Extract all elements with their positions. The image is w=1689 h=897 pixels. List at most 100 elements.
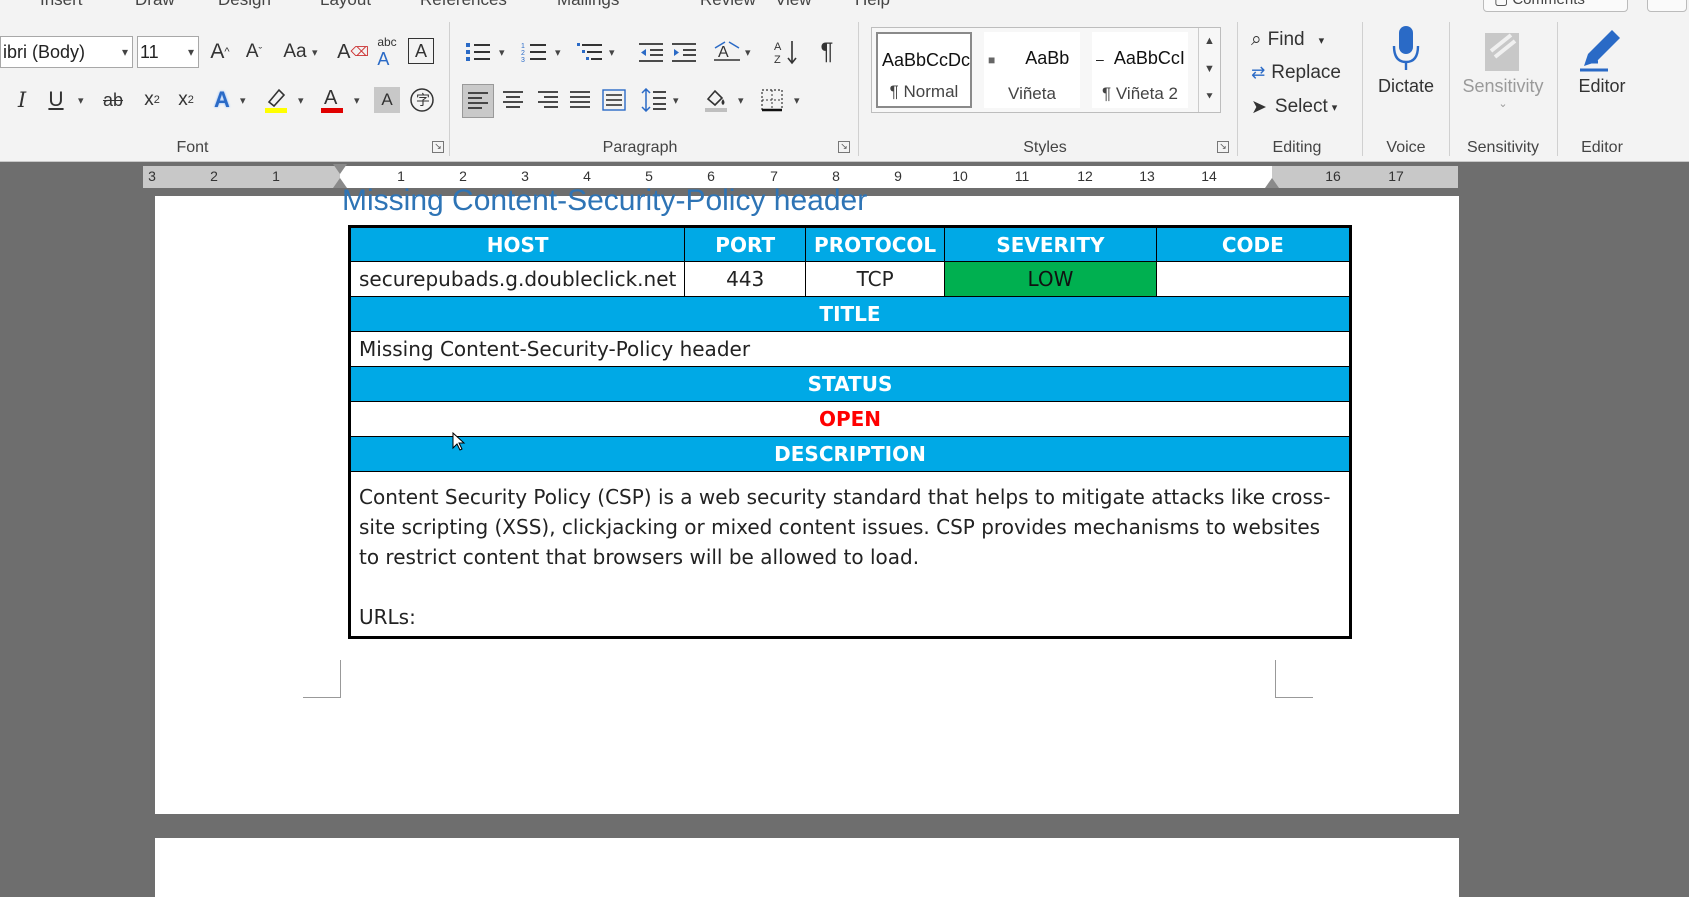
comments-button[interactable]: ▢ Comments (1483, 0, 1628, 12)
font-dialog-launcher-icon[interactable]: ↘ (432, 141, 444, 153)
style-normal[interactable]: AaBbCcDc ¶ Normal (876, 32, 972, 108)
find-button[interactable]: ⌕ Find ▾ (1251, 24, 1361, 56)
grow-font-icon[interactable]: A ^ (205, 36, 235, 68)
header-port[interactable]: PORT (684, 226, 807, 262)
dictate-button[interactable]: Dictate (1370, 22, 1442, 97)
title-header[interactable]: TITLE (349, 296, 1351, 332)
replace-button[interactable]: ⇄ Replace (1251, 57, 1361, 89)
tab-mailings[interactable]: Mailings (557, 0, 619, 10)
first-line-indent-marker[interactable] (333, 164, 347, 174)
subscript-icon[interactable]: x2 (137, 84, 167, 116)
highlight-color-icon[interactable] (262, 84, 290, 116)
chevron-up-icon[interactable]: ▲ (1198, 28, 1220, 56)
chevron-down-icon[interactable]: ▼ (1198, 56, 1220, 84)
chevron-down-icon[interactable]: ▾ (298, 94, 304, 107)
tab-references[interactable]: References (420, 0, 507, 10)
font-name-combo[interactable]: ibri (Body) ▾ (0, 36, 133, 68)
numbering-icon[interactable]: 123 (519, 36, 549, 68)
decrease-indent-icon[interactable] (636, 36, 666, 68)
line-spacing-icon[interactable] (639, 84, 669, 116)
header-code[interactable]: CODE (1155, 226, 1352, 262)
title-cell[interactable]: Missing Content-Security-Policy header (349, 331, 1351, 367)
paragraph-dialog-launcher-icon[interactable]: ↘ (838, 141, 850, 153)
align-right-icon[interactable] (532, 84, 564, 116)
distributed-icon[interactable] (598, 84, 630, 116)
header-protocol[interactable]: PROTOCOL (805, 226, 946, 262)
styles-dialog-launcher-icon[interactable]: ↘ (1217, 141, 1229, 153)
share-button[interactable] (1647, 0, 1687, 12)
italic-icon[interactable]: I (8, 84, 36, 116)
sensitivity-button[interactable]: Sensitivity ⌄ (1454, 22, 1552, 110)
underline-icon[interactable]: U (40, 84, 72, 116)
text-direction-icon[interactable]: A (712, 36, 742, 68)
tab-design[interactable]: Design (218, 0, 271, 10)
select-button[interactable]: ➤ Select ▾ (1251, 91, 1361, 123)
tab-view[interactable]: View (775, 0, 812, 10)
chevron-down-icon[interactable]: ▾ (122, 37, 128, 67)
right-indent-marker[interactable] (1265, 178, 1279, 188)
svg-text:Z: Z (774, 54, 781, 65)
chevron-down-icon[interactable]: ▾ (673, 94, 679, 107)
chevron-down-icon[interactable]: ▾ (240, 94, 246, 107)
font-size-value: 11 (140, 42, 159, 62)
chevron-down-icon[interactable]: ▾ (555, 46, 561, 59)
dash-icon: – (1096, 51, 1104, 67)
host-cell[interactable]: securepubads.g.doubleclick.net (348, 261, 686, 297)
chevron-down-icon[interactable]: ▾ (499, 46, 505, 59)
character-border-icon[interactable]: A (408, 38, 434, 64)
tab-help[interactable]: Help (855, 0, 890, 10)
chevron-down-icon[interactable]: ▾ (738, 94, 744, 107)
align-center-icon[interactable] (497, 84, 529, 116)
header-host[interactable]: HOST (348, 226, 686, 262)
style-vineta[interactable]: ■ AaBb Viñeta (984, 32, 1080, 108)
superscript-icon[interactable]: x2 (171, 84, 201, 116)
chevron-down-icon[interactable]: ▾ (609, 46, 615, 59)
font-size-combo[interactable]: 11 ▾ (137, 36, 199, 68)
shrink-font-icon[interactable]: Aˇ (239, 36, 269, 68)
increase-indent-icon[interactable] (669, 36, 699, 68)
text-effects-icon[interactable]: A (208, 84, 236, 116)
status-cell[interactable]: OPEN (349, 401, 1351, 437)
align-left-icon[interactable] (462, 84, 494, 118)
status-header[interactable]: STATUS (349, 366, 1351, 402)
phonetic-guide-icon[interactable]: abc A (372, 35, 402, 69)
clear-formatting-icon[interactable]: A ⌫ (337, 36, 369, 68)
character-shading-icon[interactable]: A (374, 87, 400, 113)
sort-icon[interactable]: AZ (772, 36, 802, 68)
document-page[interactable]: Missing Content-Security-Policy header H… (155, 184, 1459, 814)
chevron-down-icon[interactable]: ▾ (188, 37, 194, 67)
tab-layout[interactable]: Layout (320, 0, 371, 10)
font-color-icon[interactable]: A (318, 84, 346, 116)
editor-button[interactable]: Editor (1567, 22, 1637, 97)
document-page[interactable] (155, 838, 1459, 897)
style-name: ¶ Normal (889, 82, 959, 101)
chevron-down-icon[interactable]: ▾ (78, 94, 84, 107)
tab-review[interactable]: Review (700, 0, 756, 10)
microphone-icon (1370, 22, 1442, 76)
protocol-cell[interactable]: TCP (805, 261, 946, 297)
justify-icon[interactable] (564, 84, 596, 116)
style-vineta-2[interactable]: – AaBbCcI ¶ Viñeta 2 (1092, 32, 1188, 108)
port-cell[interactable]: 443 (684, 261, 807, 297)
description-header[interactable]: DESCRIPTION (349, 436, 1351, 472)
chevron-down-icon[interactable]: ▾ (354, 94, 360, 107)
multilevel-list-icon[interactable] (575, 36, 605, 68)
more-styles-icon[interactable]: ⯆ (1198, 84, 1220, 112)
strikethrough-icon[interactable]: ab (97, 84, 129, 116)
code-cell[interactable] (1155, 261, 1352, 297)
chevron-down-icon[interactable]: ▾ (745, 46, 751, 59)
tab-insert[interactable]: Insert (40, 0, 83, 10)
header-severity[interactable]: SEVERITY (944, 226, 1157, 262)
chevron-down-icon[interactable]: ▾ (312, 46, 318, 59)
styles-gallery: AaBbCcDc ¶ Normal ■ AaBb Viñeta – AaBbCc… (871, 27, 1221, 113)
enclose-characters-icon[interactable]: 字 (408, 86, 436, 114)
show-formatting-marks-icon[interactable]: ¶ (812, 36, 842, 68)
shading-icon[interactable] (701, 84, 731, 116)
tab-draw[interactable]: Draw (135, 0, 175, 10)
severity-cell[interactable]: LOW (944, 261, 1157, 297)
chevron-down-icon[interactable]: ▾ (794, 94, 800, 107)
bullets-icon[interactable] (463, 36, 493, 68)
change-case-icon[interactable]: Aa (278, 36, 312, 68)
borders-icon[interactable] (757, 84, 787, 116)
description-cell[interactable]: Content Security Policy (CSP) is a web s… (349, 471, 1351, 638)
